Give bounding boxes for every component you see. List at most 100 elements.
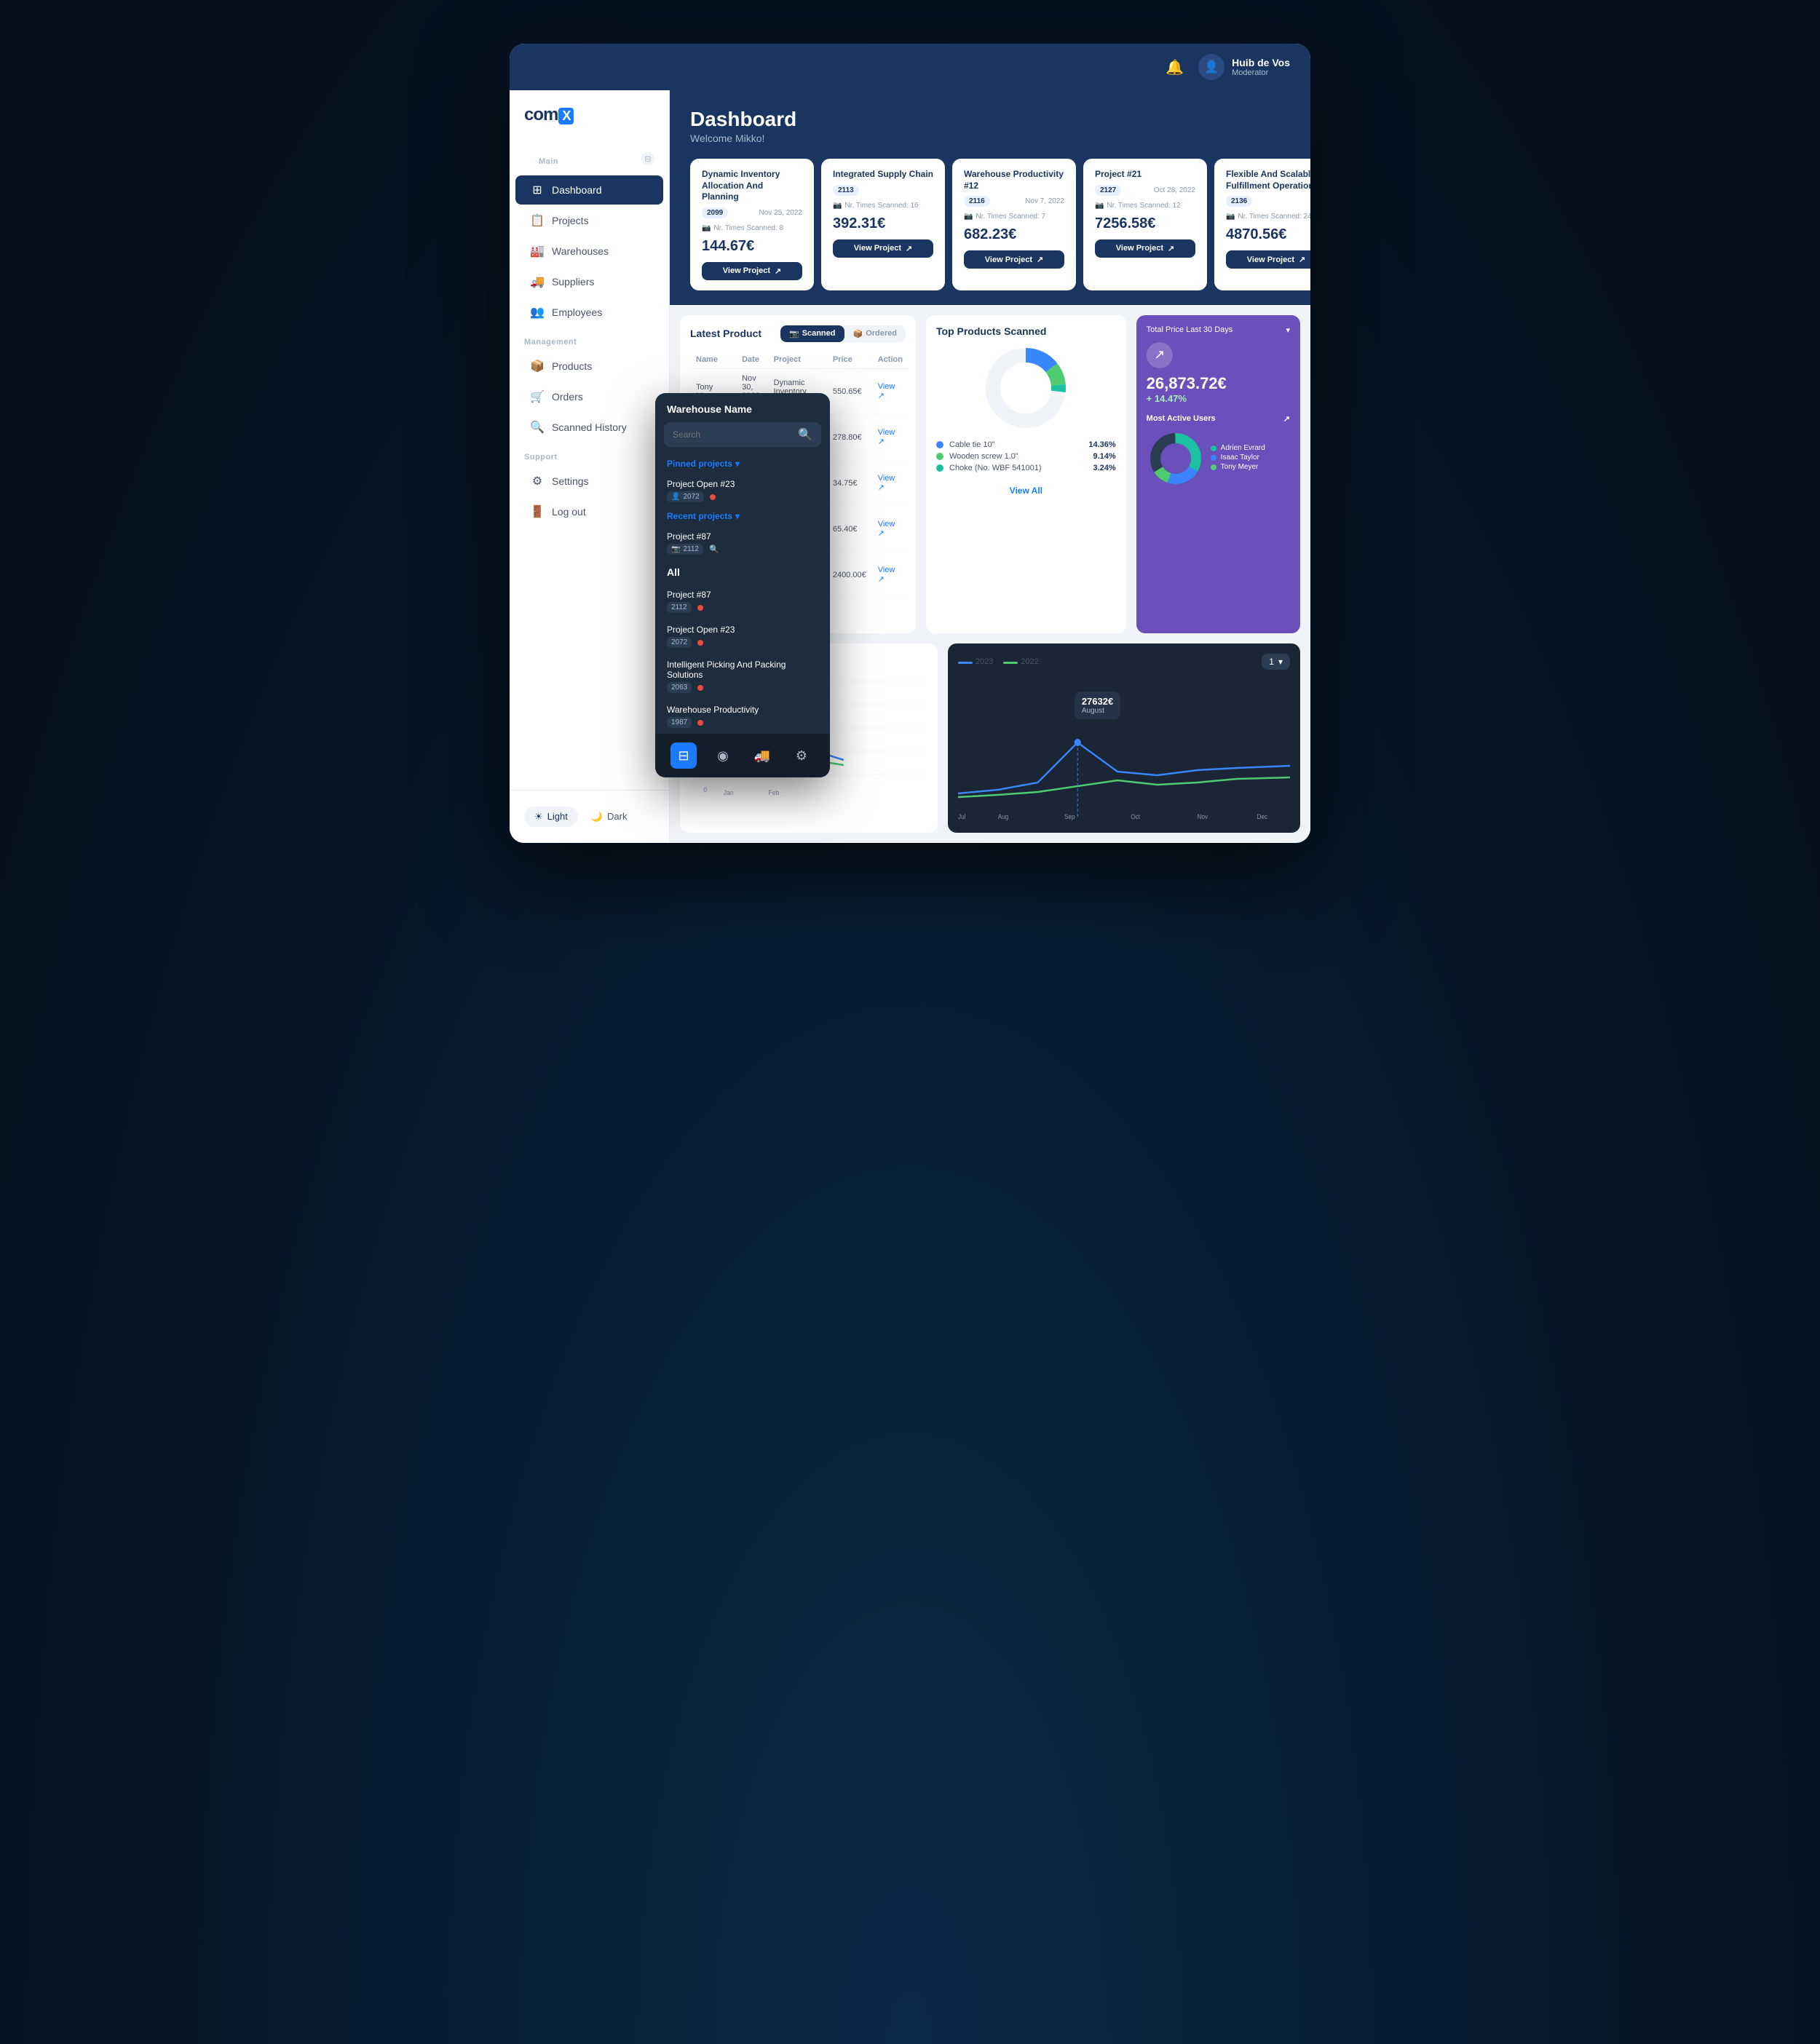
wh-scan-icon[interactable]: ◉ bbox=[710, 742, 736, 769]
view-project-button-1[interactable]: View Project ↗ bbox=[833, 239, 933, 258]
tab-scanned[interactable]: 📷 Scanned bbox=[780, 325, 844, 342]
scan-icon-1: 📷 bbox=[833, 202, 842, 210]
wh-all-item-3[interactable]: Warehouse Productivity 1987 bbox=[655, 699, 830, 734]
project-card-title-4: Flexible And Scalable Fulfillment Operat… bbox=[1226, 169, 1310, 191]
projects-icon: 📋 bbox=[530, 213, 545, 228]
svg-text:Nov: Nov bbox=[1197, 812, 1208, 820]
tab-ordered[interactable]: 📦 Ordered bbox=[844, 325, 906, 342]
sidebar-item-orders[interactable]: 🛒 Orders bbox=[515, 382, 663, 411]
pinned-item-0[interactable]: Project Open #23 👤 2072 bbox=[655, 473, 830, 508]
collapse-icon[interactable]: ⊟ bbox=[641, 152, 654, 165]
sidebar-item-employees[interactable]: 👥 Employees bbox=[515, 298, 663, 327]
svg-text:Feb: Feb bbox=[769, 789, 780, 796]
table-toggle-tabs: 📷 Scanned 📦 Ordered bbox=[780, 325, 906, 342]
scanned-icon: 🔍 bbox=[530, 420, 545, 435]
bell-icon[interactable]: 🔔 bbox=[1166, 58, 1184, 76]
scan-icon-0: 📷 bbox=[702, 224, 711, 232]
sun-icon: ☀ bbox=[534, 811, 543, 823]
col-date: Date bbox=[736, 351, 768, 369]
sidebar-item-suppliers[interactable]: 🚚 Suppliers bbox=[515, 267, 663, 296]
wh-all-item-2[interactable]: Intelligent Picking And Packing Solution… bbox=[655, 654, 830, 699]
sidebar-item-dashboard[interactable]: ⊞ Dashboard bbox=[515, 175, 663, 205]
pinned-item-id-0: 👤 2072 bbox=[667, 491, 704, 502]
svg-text:Jul: Jul bbox=[958, 812, 966, 820]
total-price-panel: Total Price Last 30 Days ▾ ↗ 26,873.72€ … bbox=[1136, 315, 1300, 633]
project-card-title-3: Project #21 bbox=[1095, 169, 1195, 181]
sidebar-label-settings: Settings bbox=[552, 475, 589, 487]
sidebar-label-employees: Employees bbox=[552, 306, 602, 318]
view-project-button-2[interactable]: View Project ↗ bbox=[964, 250, 1064, 269]
total-price-amount: 26,873.72€ bbox=[1147, 374, 1290, 393]
table-panel-title: Latest Product bbox=[690, 328, 761, 339]
wh-all-item-0[interactable]: Project #87 2112 bbox=[655, 584, 830, 619]
view-project-button-4[interactable]: View Project ↗ bbox=[1226, 250, 1310, 269]
sidebar-item-products[interactable]: 📦 Products bbox=[515, 352, 663, 381]
settings-icon: ⚙ bbox=[530, 474, 545, 488]
svg-text:Jan: Jan bbox=[724, 789, 734, 796]
project-card-amount-4: 4870.56€ bbox=[1226, 226, 1310, 243]
sidebar-label-warehouses: Warehouses bbox=[552, 245, 609, 257]
warehouses-icon: 🏭 bbox=[530, 244, 545, 258]
wh-truck-icon[interactable]: 🚚 bbox=[749, 742, 775, 769]
theme-light-button[interactable]: ☀ Light bbox=[524, 807, 578, 827]
sidebar-item-warehouses[interactable]: 🏭 Warehouses bbox=[515, 237, 663, 266]
theme-dark-button[interactable]: 🌙 Dark bbox=[581, 807, 638, 827]
pin-dot-0 bbox=[710, 494, 716, 500]
wh-settings-icon[interactable]: ⚙ bbox=[788, 742, 815, 769]
top-products-view-all[interactable]: View All bbox=[936, 478, 1116, 503]
products-icon: 📦 bbox=[530, 359, 545, 373]
user-legend-item: Isaac Taylor bbox=[1211, 453, 1265, 462]
project-card-scan-0: 📷 Nr. Times Scanned: 8 bbox=[702, 224, 802, 232]
donut-chart bbox=[982, 344, 1069, 432]
project-card-meta-1: 2113 bbox=[833, 185, 933, 196]
warehouse-search-input[interactable] bbox=[673, 429, 792, 440]
arrow-up-icon: ↗ bbox=[1147, 342, 1173, 368]
sidebar-item-settings[interactable]: ⚙ Settings bbox=[515, 467, 663, 496]
all-pin-dot-0 bbox=[697, 605, 703, 611]
project-card-title-0: Dynamic Inventory Allocation And Plannin… bbox=[702, 169, 802, 203]
user-name: Huib de Vos bbox=[1232, 57, 1290, 68]
external-link-icon-4: ↗ bbox=[1299, 255, 1305, 264]
project-card-scan-3: 📷 Nr. Times Scanned: 12 bbox=[1095, 202, 1195, 210]
sidebar-item-scanned-history[interactable]: 🔍 Scanned History bbox=[515, 413, 663, 442]
col-project: Project bbox=[768, 351, 827, 369]
scan-icon-2: 📷 bbox=[964, 213, 973, 221]
project-cards-row: Dynamic Inventory Allocation And Plannin… bbox=[670, 159, 1310, 305]
sidebar-label-suppliers: Suppliers bbox=[552, 276, 594, 288]
top-products-legend: Cable tie 10" 14.36% Wooden screw 1.0" 9… bbox=[936, 440, 1116, 472]
user-profile[interactable]: 👤 Huib de Vos Moderator bbox=[1198, 54, 1290, 80]
chart-selector[interactable]: 1 ▾ bbox=[1262, 654, 1290, 670]
wh-barcode-icon[interactable]: ⊟ bbox=[670, 742, 697, 769]
sidebar-label-projects: Projects bbox=[552, 215, 589, 226]
view-project-button-0[interactable]: View Project ↗ bbox=[702, 262, 802, 280]
recent-item-0[interactable]: Project #87 📷 2112 🔍 bbox=[655, 526, 830, 560]
warehouse-dropdown-title: Warehouse Name bbox=[655, 393, 830, 422]
external-link-icon-users[interactable]: ↗ bbox=[1283, 414, 1290, 424]
pinned-item-name-0: Project Open #23 bbox=[667, 479, 818, 489]
external-link-icon-0: ↗ bbox=[775, 266, 781, 276]
project-card-scan-1: 📷 Nr. Times Scanned: 16 bbox=[833, 202, 933, 210]
table-header: Name Date Project Price Action bbox=[690, 351, 909, 369]
all-items-list: Project #87 2112 Project Open #23 2072 I… bbox=[655, 584, 830, 734]
scan-icon-3: 📷 bbox=[1095, 202, 1104, 210]
wh-all-item-1[interactable]: Project Open #23 2072 bbox=[655, 619, 830, 654]
top-products-title: Top Products Scanned bbox=[936, 325, 1116, 337]
pinned-section-label: Pinned projects ▾ bbox=[655, 456, 830, 473]
chevron-down-icon-recent[interactable]: ▾ bbox=[735, 511, 740, 521]
legend-item: Choke (No. WBF 541001) 3.24% bbox=[936, 464, 1116, 472]
dashboard-subtitle: Welcome Mikko! bbox=[690, 132, 1290, 144]
sidebar-label-scanned: Scanned History bbox=[552, 421, 627, 433]
users-legend: Adrien Evrard Isaac Taylor Tony Meyer bbox=[1211, 444, 1265, 472]
warehouse-dropdown: Warehouse Name 🔍 Pinned projects ▾ Proje… bbox=[655, 393, 830, 777]
view-project-button-3[interactable]: View Project ↗ bbox=[1095, 239, 1195, 258]
sidebar-item-logout[interactable]: 🚪 Log out bbox=[515, 497, 663, 526]
recent-item-meta-0: 📷 2112 🔍 bbox=[667, 544, 818, 555]
svg-text:Aug: Aug bbox=[998, 812, 1009, 820]
project-card-amount-1: 392.31€ bbox=[833, 215, 933, 232]
sidebar-item-projects[interactable]: 📋 Projects bbox=[515, 206, 663, 235]
chevron-down-icon-pinned[interactable]: ▾ bbox=[735, 459, 740, 469]
dark-chart-area: 27632€ August Jul Aug Sep Oct bbox=[958, 677, 1290, 823]
dark-chart-legend: 2023 2022 bbox=[958, 657, 1039, 666]
chevron-down-icon[interactable]: ▾ bbox=[1286, 325, 1290, 335]
total-price-title: Total Price Last 30 Days bbox=[1147, 325, 1233, 334]
